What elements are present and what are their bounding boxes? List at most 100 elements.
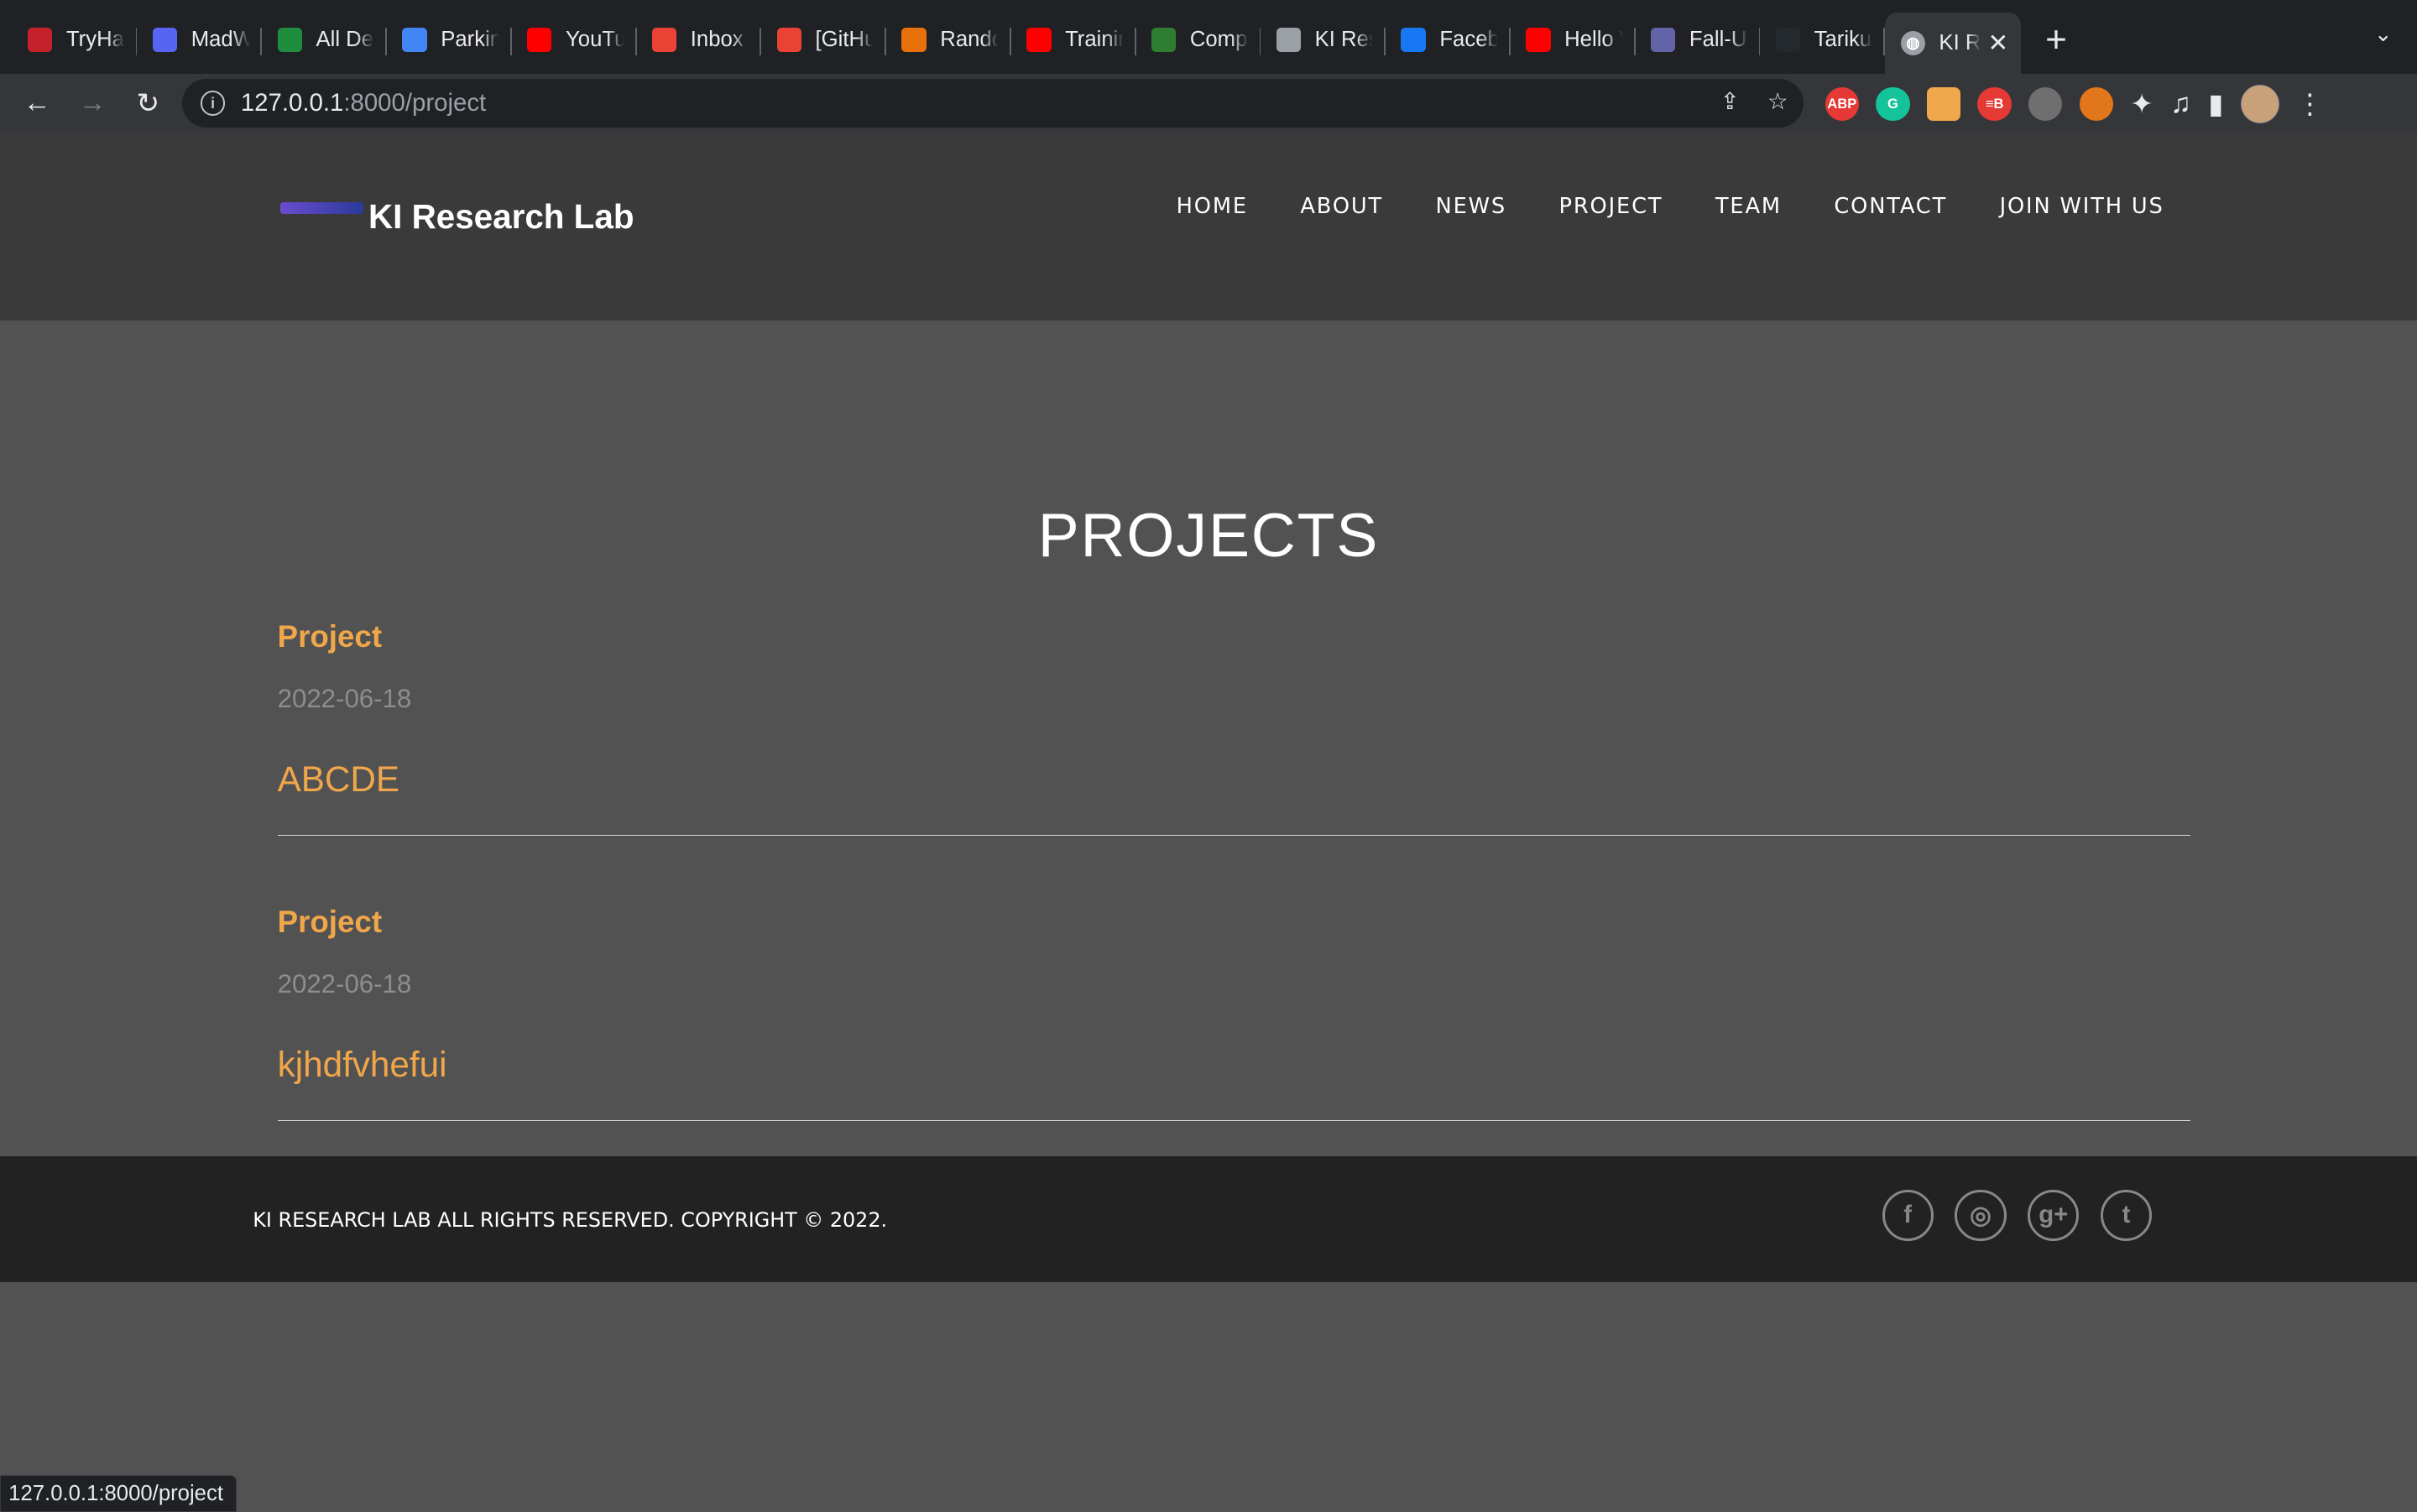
facebook-icon[interactable]: f <box>1882 1189 1934 1242</box>
status-bubble: 127.0.0.1:8000/project <box>0 1474 237 1512</box>
logo-image[interactable] <box>280 201 364 215</box>
grammarly-icon[interactable]: G <box>1876 86 1910 122</box>
profile-avatar[interactable] <box>2240 85 2279 124</box>
new-tab-button[interactable]: + <box>2045 18 2067 61</box>
tab[interactable]: TryHackMe <box>13 13 138 68</box>
tabs-ext-icon[interactable]: ≡B <box>1977 86 2012 122</box>
tab[interactable]: Random <box>886 13 1011 68</box>
puzzle-icon[interactable]: ✦ <box>2130 87 2153 121</box>
url-path: :8000/project <box>343 89 487 117</box>
tab-label: MadWizard <box>191 28 250 52</box>
tab[interactable]: All Details <box>262 13 387 68</box>
tab-list: TryHackMe MadWizard All Details Parkinson Yo… <box>13 13 1886 74</box>
gmail-icon <box>776 28 802 53</box>
back-button[interactable]: ← <box>9 87 65 119</box>
project-item: Project 2022-06-18 kjhdfvhefui <box>277 905 2190 1122</box>
page-background <box>0 1282 2417 1510</box>
media-control-icon[interactable]: ♫ <box>2170 88 2191 120</box>
youtube-icon <box>1526 28 1551 53</box>
teams-icon <box>1651 28 1676 53</box>
tab-label: Training <box>1065 28 1124 52</box>
project-title[interactable]: Project <box>278 905 382 940</box>
nav-link-team[interactable]: TEAM <box>1715 194 1782 219</box>
gmail-icon <box>651 28 677 53</box>
discord-icon <box>152 28 178 53</box>
metamask-icon[interactable] <box>2079 86 2114 122</box>
tab-label: [GitHub] <box>815 28 874 52</box>
nav-link-about[interactable]: ABOUT <box>1300 194 1383 219</box>
tab[interactable]: MadWizard <box>137 13 263 68</box>
browser-toolbar: ← → ↻ i 127.0.0.1:8000/project ⇪ ☆ ABP G ≡… <box>0 74 2417 133</box>
google-plus-icon[interactable]: g+ <box>2028 1189 2080 1242</box>
tab-strip: TryHackMe MadWizard All Details Parkinson Yo… <box>0 0 2417 75</box>
globe-icon <box>1276 28 1302 53</box>
tab-active[interactable]: ◍ KI R ✕ <box>1885 12 2021 75</box>
tab[interactable]: YouTube <box>512 13 637 68</box>
nav-link-home[interactable]: HOME <box>1177 194 1248 219</box>
facebook-icon <box>1401 28 1426 53</box>
address-bar[interactable]: i 127.0.0.1:8000/project ⇪ ☆ <box>181 78 1804 128</box>
random-icon <box>901 28 927 53</box>
tab-label: TryHackMe <box>65 28 125 52</box>
tab[interactable]: Inbox (1) <box>637 13 762 68</box>
dribbble-icon[interactable]: ◎ <box>1955 1189 2007 1242</box>
site-header: KI Research Lab HOME ABOUT NEWS PROJECT TEAM… <box>0 132 2417 321</box>
share-icon[interactable]: ⇪ <box>1720 88 1740 115</box>
tab-label: Fall-Un <box>1689 28 1748 52</box>
tab-label: YouTube <box>566 28 624 52</box>
cloud-ext-icon[interactable] <box>2028 86 2063 122</box>
close-icon[interactable]: ✕ <box>1987 29 2008 58</box>
side-panel-icon[interactable]: ▮ <box>2208 87 2223 121</box>
brand-name[interactable]: KI Research Lab <box>368 197 634 237</box>
tab[interactable]: Training <box>1011 13 1136 68</box>
calendar-ext-icon[interactable] <box>1926 86 1961 122</box>
tab-label: KI R <box>1939 30 1981 55</box>
project-title[interactable]: Project <box>278 619 382 654</box>
adblock-icon[interactable]: ABP <box>1824 86 1860 122</box>
url-text[interactable]: 127.0.0.1:8000/project <box>241 89 486 117</box>
page-title: PROJECTS <box>1037 500 1380 571</box>
forward-button[interactable]: → <box>65 87 120 119</box>
tab[interactable]: Fall-Un <box>1636 13 1761 68</box>
nav-link-join-with-us[interactable]: JOIN WITH US <box>2000 194 2164 219</box>
nav-link-contact[interactable]: CONTACT <box>1834 194 1947 219</box>
tab[interactable]: Hello World <box>1511 13 1636 68</box>
reload-button[interactable]: ↻ <box>120 86 175 120</box>
site-footer: KI RESEARCH LAB ALL RIGHTS RESERVED. COP… <box>0 1155 2417 1283</box>
main-nav: HOME ABOUT NEWS PROJECT TEAM CONTACT JOIN WITH… <box>1177 194 2164 219</box>
youtube-icon <box>1026 28 1052 53</box>
twitter-icon[interactable]: t <box>2101 1189 2153 1242</box>
tab[interactable]: Parkinson <box>387 13 512 68</box>
project-date: 2022-06-18 <box>277 969 412 999</box>
tab[interactable]: [GitHub] <box>761 13 887 68</box>
nav-link-project[interactable]: PROJECT <box>1559 194 1663 219</box>
tab-label: Facebook <box>1439 28 1498 52</box>
info-icon[interactable]: i <box>200 91 226 116</box>
tab-label: Random <box>940 28 999 52</box>
project-description: ABCDE <box>277 759 400 800</box>
copyright-text: KI RESEARCH LAB ALL RIGHTS RESERVED. COP… <box>253 1207 888 1232</box>
github-icon <box>1775 28 1801 53</box>
tab-label: Computer <box>1189 28 1249 52</box>
tab[interactable]: Facebook <box>1386 13 1511 68</box>
tab-label: Inbox (1) <box>690 28 749 52</box>
tab-search-icon[interactable]: ⌄ <box>2374 22 2393 47</box>
tryhackme-icon <box>28 28 53 53</box>
shield-icon <box>1151 28 1177 53</box>
youtube-icon <box>527 28 552 53</box>
tab[interactable]: KI Research <box>1261 13 1386 68</box>
extensions-bar: ABP G ≡B ✦ ♫ ▮ ⋮ <box>1824 85 2324 124</box>
url-host: 127.0.0.1 <box>240 89 344 117</box>
tab-label: All Details <box>316 28 374 52</box>
tab[interactable]: Computer <box>1136 13 1261 68</box>
nav-link-news[interactable]: NEWS <box>1436 194 1507 219</box>
globe-icon: ◍ <box>1900 30 1925 56</box>
project-item: Project 2022-06-18 ABCDE <box>277 619 2190 837</box>
menu-icon[interactable]: ⋮ <box>2296 87 2324 121</box>
tab-label: Tarikul6 <box>1814 28 1873 52</box>
tab[interactable]: Tarikul6 <box>1760 13 1886 68</box>
project-description: kjhdfvhefui <box>277 1045 447 1085</box>
tab-label: Parkinson <box>441 28 499 52</box>
tab-label: Hello World <box>1564 28 1623 52</box>
bookmark-star-icon[interactable]: ☆ <box>1767 88 1788 115</box>
